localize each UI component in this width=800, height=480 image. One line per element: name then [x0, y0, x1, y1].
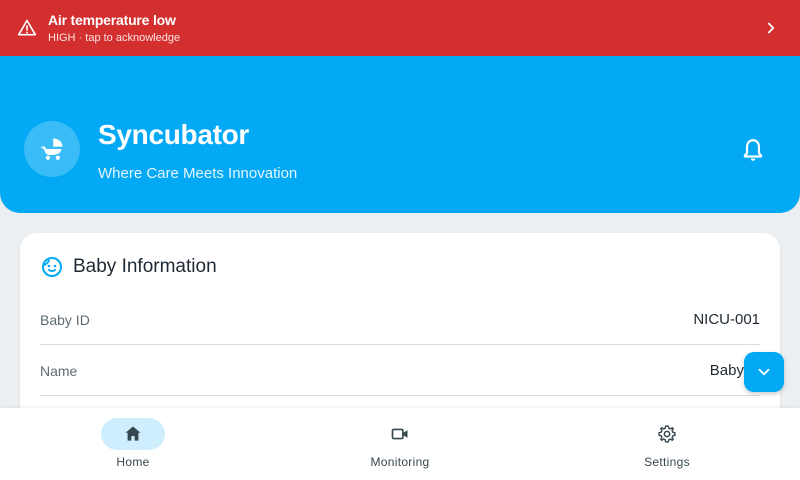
nav-label: Home: [116, 455, 150, 469]
app-logo: [24, 121, 80, 177]
app-screen: Air temperature low HIGH · tap to acknow…: [0, 0, 800, 480]
nav-active-indicator: [101, 418, 165, 450]
chevron-down-icon: [758, 368, 770, 376]
app-title: Syncubator: [98, 119, 250, 150]
info-row-baby-id: Baby ID NICU-001: [40, 294, 760, 345]
scroll-down-button[interactable]: [744, 352, 784, 392]
nav-label: Monitoring: [370, 455, 430, 469]
row-label: Name: [40, 363, 78, 379]
gear-icon: [658, 425, 676, 443]
baby-stroller-icon: [41, 138, 63, 160]
home-icon: [125, 426, 141, 441]
bell-icon[interactable]: [740, 137, 766, 163]
app-tagline: Where Care Meets Innovation: [98, 165, 298, 182]
row-value: NICU-001: [693, 311, 760, 328]
baby-face-icon: [42, 257, 62, 277]
card-title: Baby Information: [73, 256, 217, 277]
warning-icon: [17, 19, 37, 36]
video-camera-icon: [391, 428, 408, 440]
row-value: Baby: [709, 362, 744, 379]
alert-banner[interactable]: Air temperature low HIGH · tap to acknow…: [0, 0, 800, 56]
row-label: Baby ID: [40, 312, 90, 328]
nav-item-monitoring[interactable]: Monitoring: [267, 408, 533, 480]
nav-item-settings[interactable]: Settings: [534, 408, 800, 480]
alert-title: Air temperature low: [48, 12, 176, 28]
nav-icon-holder: [368, 418, 432, 450]
alert-subtitle: HIGH · tap to acknowledge: [48, 32, 181, 44]
bottom-navigation: Home Monitoring Settings: [0, 408, 800, 480]
nav-label: Settings: [644, 455, 690, 469]
nav-item-home[interactable]: Home: [0, 408, 266, 480]
info-row-name: Name Baby: [40, 345, 760, 396]
app-header: Syncubator Where Care Meets Innovation: [0, 56, 800, 213]
nav-icon-holder: [635, 418, 699, 450]
card-header: Baby Information: [40, 255, 217, 279]
chevron-right-icon: [767, 22, 775, 34]
